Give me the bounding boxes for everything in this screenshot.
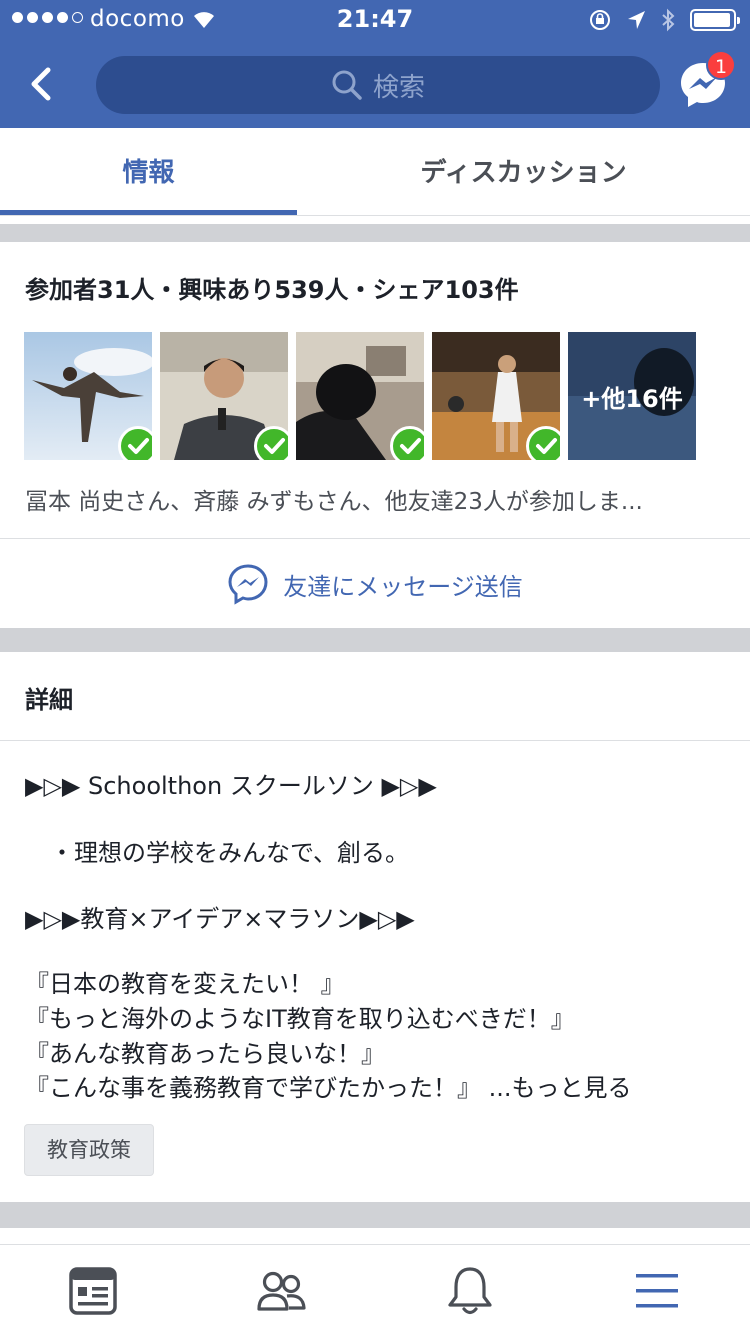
attendee-photo[interactable] — [160, 332, 288, 460]
tab-info[interactable]: 情報 — [0, 128, 297, 216]
going-check-icon — [118, 426, 152, 460]
friends-icon[interactable] — [251, 1265, 311, 1317]
news-feed-icon[interactable] — [63, 1265, 123, 1317]
going-check-icon — [526, 426, 560, 460]
details-line-last: 『こんな事を義務教育で学びたかった！』 ...もっと見る — [25, 1068, 632, 1103]
going-check-icon — [254, 426, 288, 460]
message-friends-label: 友達にメッセージ送信 — [283, 572, 523, 601]
details-line: 『もっと海外のようなIT教育を取り込むべきだ！』 — [25, 1005, 575, 1033]
details-line: 『日本の教育を変えたい！ 』 — [25, 970, 345, 998]
details-line-text: 『こんな事を義務教育で学びたかった！』 — [25, 1074, 481, 1102]
category-tag[interactable]: 教育政策 — [24, 1124, 154, 1176]
rotation-lock-icon — [590, 10, 610, 30]
bottom-tab-bar — [0, 1244, 750, 1334]
divider — [0, 538, 750, 539]
see-more-link[interactable]: ...もっと見る — [489, 1074, 632, 1102]
active-tab-indicator — [0, 210, 297, 215]
attendee-photo[interactable] — [24, 332, 152, 460]
event-tabs: 情報 ディスカッション — [0, 128, 750, 216]
attendee-photo[interactable] — [432, 332, 560, 460]
going-check-icon — [390, 426, 424, 460]
top-bar: docomo 21:47 検索 1 — [0, 0, 750, 128]
details-line: ▶▷▶ Schoolthon スクールソン ▶▷▶ — [25, 772, 437, 800]
section-gap — [0, 224, 750, 242]
section-gap — [0, 1202, 750, 1228]
menu-icon[interactable] — [627, 1265, 687, 1317]
more-attendees-label: +他16件 — [581, 384, 683, 413]
messenger-outline-icon — [228, 564, 268, 605]
attendee-summary[interactable]: 参加者31人・興味あり539人・シェア103件 — [25, 270, 519, 305]
bluetooth-icon — [662, 8, 675, 32]
search-icon — [332, 70, 362, 100]
location-arrow-icon — [628, 11, 645, 29]
details-line: ▶▷▶教育×アイデア×マラソン▶▷▶ — [25, 905, 415, 933]
attendee-photos: +他16件 — [24, 332, 696, 460]
attending-friends-text[interactable]: 冨本 尚史さん、斉藤 みずもさん、他友達23人が参加しま... — [25, 482, 725, 516]
back-chevron-icon[interactable] — [22, 62, 62, 106]
details-title: 詳細 — [25, 686, 73, 714]
search-input[interactable]: 検索 — [96, 56, 660, 114]
message-friends-button[interactable]: 友達にメッセージ送信 — [0, 560, 750, 608]
section-gap — [0, 628, 750, 652]
notification-badge: 1 — [706, 50, 736, 80]
notifications-bell-icon[interactable] — [440, 1265, 500, 1317]
more-attendees-button[interactable]: +他16件 — [568, 332, 696, 460]
details-line: 『あんな教育あったら良いな！』 — [25, 1040, 385, 1068]
search-placeholder: 検索 — [372, 72, 425, 103]
battery-icon — [690, 9, 740, 31]
status-bar: docomo 21:47 — [0, 0, 750, 40]
tab-discussion[interactable]: ディスカッション — [297, 128, 750, 216]
details-line: ・理想の学校をみんなで、創る。 — [50, 839, 410, 867]
divider — [0, 740, 750, 741]
attendee-photo[interactable] — [296, 332, 424, 460]
